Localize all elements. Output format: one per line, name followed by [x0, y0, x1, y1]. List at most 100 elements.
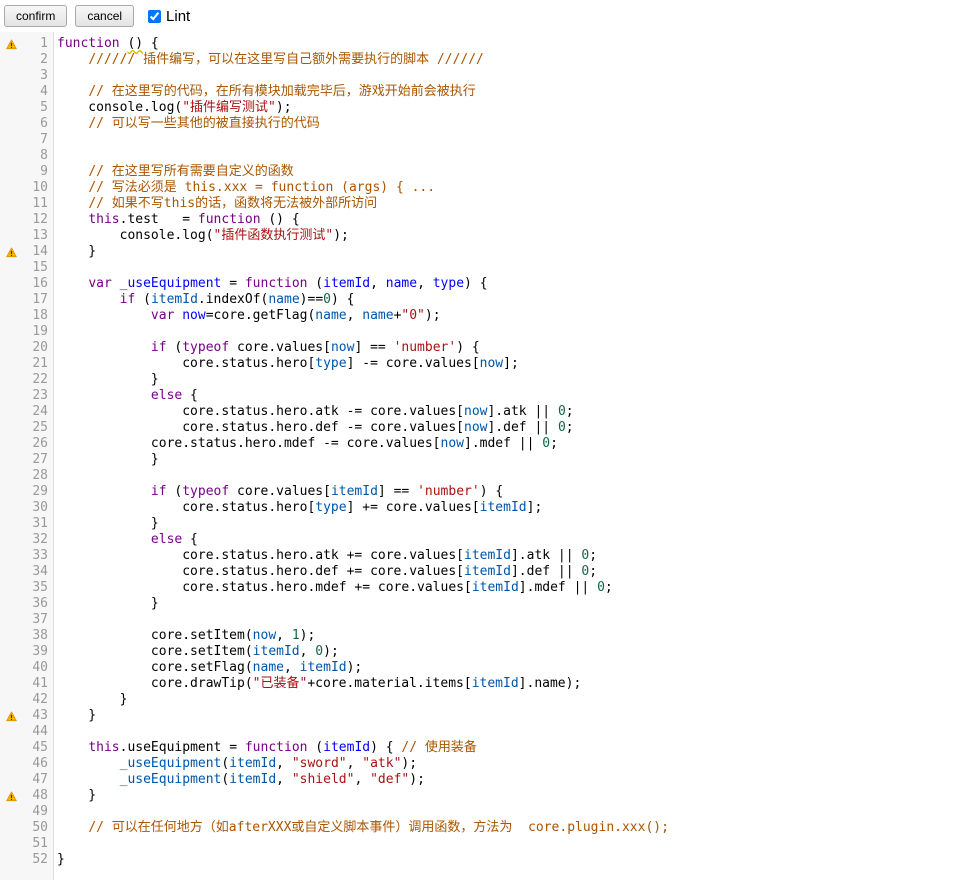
code-line[interactable]: 17 if (itemId.indexOf(name)==0) {	[0, 292, 962, 308]
code-line[interactable]: 45 this.useEquipment = function (itemId)…	[0, 740, 962, 756]
lint-checkbox[interactable]	[148, 10, 161, 23]
code-line[interactable]: 49	[0, 804, 962, 820]
code-line[interactable]: 8	[0, 148, 962, 164]
code-line[interactable]: 11 // 如果不写this的话，函数将无法被外部所访问	[0, 196, 962, 212]
code-editor[interactable]: 1function () {2 ////// 插件编写，可以在这里写自己额外需要…	[0, 32, 962, 880]
lint-marker-empty	[0, 500, 23, 516]
lint-marker-empty	[0, 804, 23, 820]
code-text: }	[48, 852, 65, 868]
line-number: 28	[23, 468, 48, 484]
code-text: if (typeof core.values[now] == 'number')…	[48, 340, 480, 356]
code-line[interactable]: 35 core.status.hero.mdef += core.values[…	[0, 580, 962, 596]
line-number: 42	[23, 692, 48, 708]
code-line[interactable]: 29 if (typeof core.values[itemId] == 'nu…	[0, 484, 962, 500]
code-text: }	[48, 788, 96, 804]
code-line[interactable]: 9 // 在这里写所有需要自定义的函数	[0, 164, 962, 180]
code-line[interactable]: 32 else {	[0, 532, 962, 548]
code-line[interactable]: 4 // 在这里写的代码，在所有模块加载完毕后，游戏开始前会被执行	[0, 84, 962, 100]
code-line[interactable]: 19	[0, 324, 962, 340]
code-text: _useEquipment(itemId, "shield", "def");	[48, 772, 425, 788]
code-line[interactable]: 1function () {	[0, 36, 962, 52]
code-text	[48, 68, 57, 84]
code-text: core.status.hero[type] -= core.values[no…	[48, 356, 519, 372]
code-text: this.useEquipment = function (itemId) { …	[48, 740, 477, 756]
code-line[interactable]: 43 }	[0, 708, 962, 724]
code-line[interactable]: 51	[0, 836, 962, 852]
code-line[interactable]: 10 // 写法必须是 this.xxx = function (args) {…	[0, 180, 962, 196]
line-number: 25	[23, 420, 48, 436]
lint-marker-empty	[0, 548, 23, 564]
lint-marker-empty	[0, 468, 23, 484]
code-line[interactable]: 38 core.setItem(now, 1);	[0, 628, 962, 644]
line-number: 14	[23, 244, 48, 260]
line-number: 35	[23, 580, 48, 596]
line-number: 8	[23, 148, 48, 164]
code-text: _useEquipment(itemId, "sword", "atk");	[48, 756, 417, 772]
code-line[interactable]: 42 }	[0, 692, 962, 708]
lint-marker-empty	[0, 84, 23, 100]
code-line[interactable]: 16 var _useEquipment = function (itemId,…	[0, 276, 962, 292]
code-text	[48, 724, 57, 740]
code-text: ////// 插件编写，可以在这里写自己额外需要执行的脚本 //////	[48, 52, 484, 68]
code-line[interactable]: 48 }	[0, 788, 962, 804]
line-number: 18	[23, 308, 48, 324]
code-text	[48, 132, 57, 148]
code-line[interactable]: 13 console.log("插件函数执行测试");	[0, 228, 962, 244]
code-line[interactable]: 41 core.drawTip("已装备"+core.material.item…	[0, 676, 962, 692]
lint-marker-empty	[0, 164, 23, 180]
code-line[interactable]: 20 if (typeof core.values[now] == 'numbe…	[0, 340, 962, 356]
code-line[interactable]: 40 core.setFlag(name, itemId);	[0, 660, 962, 676]
code-line[interactable]: 46 _useEquipment(itemId, "sword", "atk")…	[0, 756, 962, 772]
lint-marker-empty	[0, 388, 23, 404]
code-line[interactable]: 39 core.setItem(itemId, 0);	[0, 644, 962, 660]
code-line[interactable]: 31 }	[0, 516, 962, 532]
code-line[interactable]: 47 _useEquipment(itemId, "shield", "def"…	[0, 772, 962, 788]
line-number: 39	[23, 644, 48, 660]
code-line[interactable]: 50 // 可以在任何地方（如afterXXX或自定义脚本事件）调用函数，方法为…	[0, 820, 962, 836]
cancel-button[interactable]: cancel	[75, 5, 134, 27]
code-text	[48, 836, 57, 852]
lint-marker-empty	[0, 452, 23, 468]
code-line[interactable]: 7	[0, 132, 962, 148]
code-line[interactable]: 36 }	[0, 596, 962, 612]
code-text	[48, 468, 57, 484]
code-line[interactable]: 33 core.status.hero.atk += core.values[i…	[0, 548, 962, 564]
code-line[interactable]: 14 }	[0, 244, 962, 260]
code-line[interactable]: 2 ////// 插件编写，可以在这里写自己额外需要执行的脚本 //////	[0, 52, 962, 68]
code-line[interactable]: 44	[0, 724, 962, 740]
code-line[interactable]: 22 }	[0, 372, 962, 388]
code-line[interactable]: 6 // 可以写一些其他的被直接执行的代码	[0, 116, 962, 132]
code-line[interactable]: 23 else {	[0, 388, 962, 404]
lint-marker-empty	[0, 340, 23, 356]
code-text: }	[48, 516, 159, 532]
code-text: var now=core.getFlag(name, name+"0");	[48, 308, 441, 324]
code-line[interactable]: 26 core.status.hero.mdef -= core.values[…	[0, 436, 962, 452]
code-text	[48, 260, 57, 276]
code-line[interactable]: 3	[0, 68, 962, 84]
code-line[interactable]: 30 core.status.hero[type] += core.values…	[0, 500, 962, 516]
code-text: // 可以写一些其他的被直接执行的代码	[48, 116, 320, 132]
lint-marker-empty	[0, 404, 23, 420]
code-line[interactable]: 28	[0, 468, 962, 484]
toolbar: confirm cancel Lint	[0, 0, 962, 32]
code-line[interactable]: 12 this.test = function () {	[0, 212, 962, 228]
line-number: 51	[23, 836, 48, 852]
code-line[interactable]: 34 core.status.hero.def += core.values[i…	[0, 564, 962, 580]
code-line[interactable]: 15	[0, 260, 962, 276]
lint-marker-empty	[0, 628, 23, 644]
lint-marker-empty	[0, 852, 23, 868]
code-line[interactable]: 37	[0, 612, 962, 628]
lint-marker-empty	[0, 484, 23, 500]
code-line[interactable]: 27 }	[0, 452, 962, 468]
code-line[interactable]: 18 var now=core.getFlag(name, name+"0");	[0, 308, 962, 324]
confirm-button[interactable]: confirm	[4, 5, 67, 27]
code-line[interactable]: 5 console.log("插件编写测试");	[0, 100, 962, 116]
line-number: 24	[23, 404, 48, 420]
code-line[interactable]: 21 core.status.hero[type] -= core.values…	[0, 356, 962, 372]
line-number: 45	[23, 740, 48, 756]
lint-marker-empty	[0, 596, 23, 612]
code-line[interactable]: 25 core.status.hero.def -= core.values[n…	[0, 420, 962, 436]
line-number: 13	[23, 228, 48, 244]
code-line[interactable]: 24 core.status.hero.atk -= core.values[n…	[0, 404, 962, 420]
code-line[interactable]: 52}	[0, 852, 962, 868]
